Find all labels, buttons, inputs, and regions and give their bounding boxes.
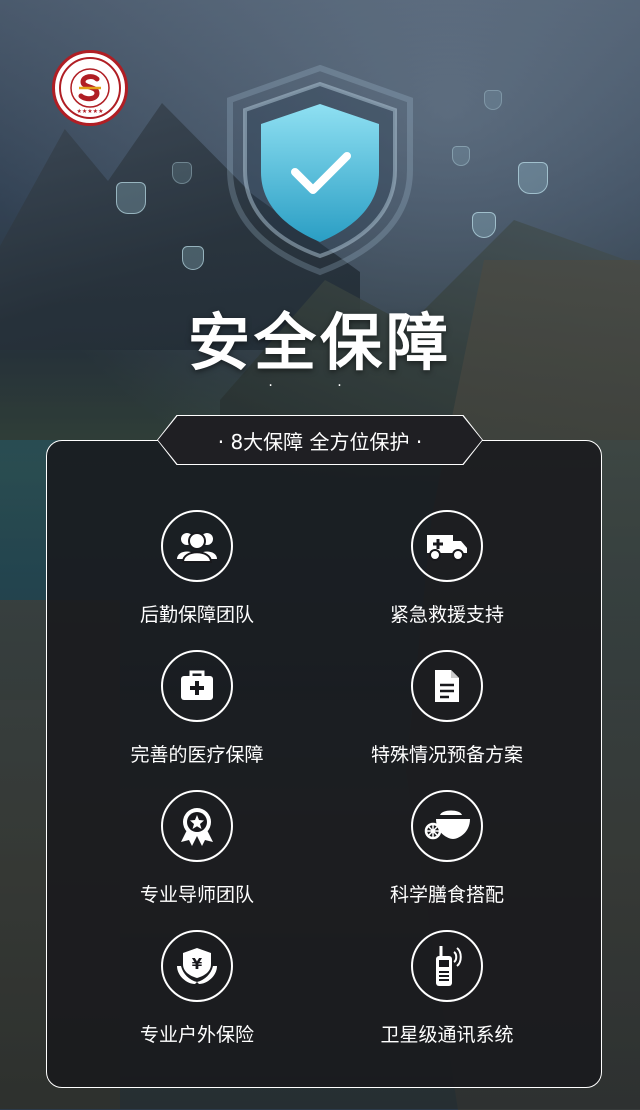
feature-icon-circle <box>411 650 483 722</box>
feature-expert-mentors: 专业导师团队 <box>58 790 336 907</box>
feature-emergency-rescue: 紧急救援支持 <box>308 510 586 627</box>
feature-icon-circle <box>411 510 483 582</box>
floating-shield-icon <box>518 162 548 194</box>
floating-shield-icon <box>172 162 192 184</box>
feature-outdoor-insurance: ¥ 专业户外保险 <box>58 930 336 1047</box>
feature-icon-circle <box>161 510 233 582</box>
floating-shield-icon <box>484 90 502 110</box>
floating-shield-icon <box>116 182 146 214</box>
feature-satellite-comms: 卫星级通讯系统 <box>308 930 586 1047</box>
feature-label: 后勤保障团队 <box>139 604 254 626</box>
floating-shield-icon <box>182 246 204 270</box>
page-title: 安全保障 <box>187 306 452 379</box>
ambulance-icon <box>427 535 467 561</box>
walkie-talkie-icon <box>436 946 462 986</box>
feature-icon-circle <box>161 650 233 722</box>
feature-icon-circle: ¥ <box>161 930 233 1002</box>
first-aid-kit-icon <box>181 670 213 700</box>
award-badge-icon <box>181 808 213 846</box>
feature-icon-circle <box>161 790 233 862</box>
feature-label: 卫星级通讯系统 <box>380 1024 514 1046</box>
feature-label: 专业户外保险 <box>139 1024 254 1046</box>
insurance-hands-icon: ¥ <box>177 948 217 984</box>
feature-medical-coverage: 完善的医疗保障 <box>58 650 336 767</box>
svg-text:★★★★★: ★★★★★ <box>77 108 104 115</box>
feature-icon-circle <box>411 790 483 862</box>
feature-label: 紧急救援支持 <box>389 604 504 626</box>
feature-balanced-diet: 科学膳食搭配 <box>308 790 586 907</box>
security-shield-icon <box>215 60 425 280</box>
food-bowl-icon <box>424 810 470 840</box>
club-logo: ★★★★★ <box>52 50 128 126</box>
feature-label: 完善的医疗保障 <box>130 744 264 766</box>
svg-text:¥: ¥ <box>192 955 203 973</box>
team-icon <box>177 532 217 563</box>
feature-icon-circle <box>411 930 483 1002</box>
feature-label: 科学膳食搭配 <box>389 884 504 906</box>
document-icon <box>435 670 459 702</box>
floating-shield-icon <box>472 212 496 238</box>
feature-label: 特殊情况预备方案 <box>370 744 523 766</box>
floating-shield-icon <box>452 146 470 166</box>
feature-label: 专业导师团队 <box>139 884 254 906</box>
feature-logistics-team: 后勤保障团队 <box>58 510 336 627</box>
feature-contingency-plan: 特殊情况预备方案 <box>308 650 586 767</box>
title-separator: · · <box>268 378 372 394</box>
banner-text: · 8大保障 全方位保护 · <box>217 429 423 454</box>
